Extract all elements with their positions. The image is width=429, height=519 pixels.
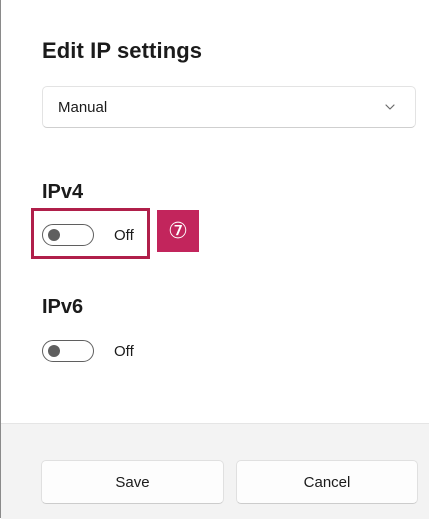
dropdown-selected-value: Manual [58,99,108,116]
ipv6-toggle-switch[interactable] [42,340,94,362]
chevron-down-icon [385,104,395,110]
annotation-highlight-box [31,208,150,259]
dialog-title: Edit IP settings [42,38,203,63]
ipv4-heading: IPv4 [42,181,84,203]
ipv6-toggle-row: Off [42,337,134,365]
ipv6-toggle-state: Off [114,342,134,360]
save-button[interactable]: Save [41,460,224,504]
cancel-button[interactable]: Cancel [236,460,418,504]
ipv6-heading: IPv6 [42,296,84,318]
toggle-knob [48,345,60,357]
edit-ip-settings-dialog: Edit IP settings Manual IPv4 Off IPv6 Of… [0,0,429,519]
ip-assignment-dropdown[interactable]: Manual [42,86,416,128]
annotation-callout-badge: ⑦ [157,210,199,252]
dialog-left-border [0,0,1,518]
